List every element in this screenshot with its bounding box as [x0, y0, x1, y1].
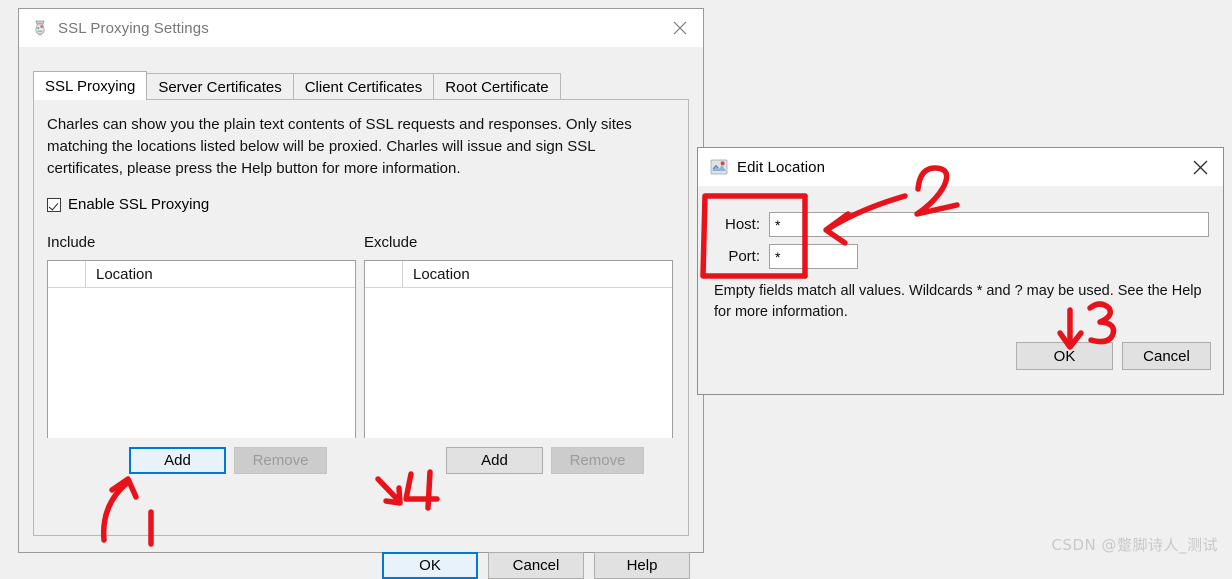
edit-location-titlebar: Edit Location [698, 148, 1223, 186]
tab-root-certificate[interactable]: Root Certificate [433, 73, 561, 100]
settings-tabstrip: SSL Proxying Server Certificates Client … [33, 71, 689, 100]
include-remove-button: Remove [234, 447, 327, 474]
charles-jug-icon [31, 19, 49, 37]
charles-location-icon [710, 158, 728, 176]
edit-location-cancel-button[interactable]: Cancel [1122, 342, 1211, 370]
tab-client-certificates[interactable]: Client Certificates [292, 73, 435, 100]
edit-location-title: Edit Location [737, 158, 826, 176]
csdn-watermark: CSDN @蹩脚诗人_测试 [1051, 536, 1218, 554]
exclude-location-column-header: Location [413, 265, 470, 283]
ssl-proxying-panel: Charles can show you the plain text cont… [33, 99, 689, 536]
exclude-group-label: Exclude [364, 234, 418, 251]
include-locations-list[interactable]: Location [47, 260, 356, 438]
ssl-ok-button[interactable]: OK [382, 552, 478, 579]
port-label: Port: [728, 248, 760, 265]
enable-ssl-proxying-checkbox[interactable]: Enable SSL Proxying [47, 196, 209, 213]
edit-location-body: Host: Port: Empty fields match all value… [698, 186, 1223, 394]
exclude-checkbox-column-header [365, 261, 403, 287]
ssl-window-title: SSL Proxying Settings [58, 19, 209, 37]
exclude-locations-list[interactable]: Location [364, 260, 673, 438]
include-list-body[interactable] [48, 288, 355, 438]
edit-location-note: Empty fields match all values. Wildcards… [714, 283, 1202, 321]
ssl-window-titlebar: SSL Proxying Settings [19, 9, 703, 47]
include-checkbox-column-header [48, 261, 86, 287]
host-field-row: Host: [712, 212, 1209, 237]
host-input[interactable] [769, 212, 1209, 237]
exclude-add-button[interactable]: Add [446, 447, 543, 474]
exclude-list-header: Location [365, 261, 672, 288]
port-input[interactable] [769, 244, 858, 269]
ssl-help-button[interactable]: Help [594, 552, 690, 579]
tab-server-certificates[interactable]: Server Certificates [146, 73, 294, 100]
ssl-window-body: SSL Proxying Server Certificates Client … [19, 47, 703, 579]
tab-ssl-proxying[interactable]: SSL Proxying [33, 71, 148, 100]
port-field-row: Port: [712, 244, 858, 269]
host-label: Host: [724, 216, 760, 233]
ssl-description: Charles can show you the plain text cont… [47, 116, 632, 178]
enable-ssl-proxying-label: Enable SSL Proxying [68, 196, 210, 213]
include-location-column-header: Location [96, 265, 153, 283]
edit-location-dialog: Edit Location Host: Port: Empty fields m… [697, 147, 1224, 395]
include-add-button[interactable]: Add [129, 447, 226, 474]
edit-location-ok-button[interactable]: OK [1016, 342, 1113, 370]
ssl-cancel-button[interactable]: Cancel [488, 552, 584, 579]
close-icon[interactable] [657, 9, 703, 47]
exclude-remove-button: Remove [551, 447, 644, 474]
include-list-header: Location [48, 261, 355, 288]
close-icon[interactable] [1177, 148, 1223, 186]
ssl-proxying-settings-window: SSL Proxying Settings SSL Proxying Serve… [18, 8, 704, 579]
checkbox-indicator [47, 197, 61, 212]
exclude-list-body[interactable] [365, 288, 672, 438]
include-group-label: Include [47, 234, 96, 251]
